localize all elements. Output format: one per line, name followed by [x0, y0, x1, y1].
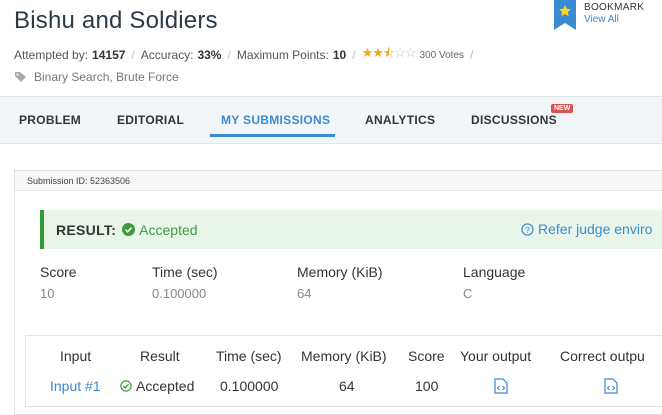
- star-icon[interactable]: ★: [372, 45, 384, 60]
- score-label: Score: [40, 264, 77, 280]
- score-stat: Score 10: [40, 264, 77, 301]
- time-label: Time (sec): [152, 264, 218, 280]
- submission-id: Submission ID: 52363506: [15, 171, 662, 191]
- accuracy-label: Accuracy:: [140, 48, 194, 62]
- problem-title: Bishu and Soldiers: [14, 7, 218, 34]
- col-result: Result: [140, 348, 180, 364]
- star-empty-icon[interactable]: ☆: [394, 45, 406, 60]
- max-points-label: Maximum Points:: [236, 48, 329, 62]
- help-circle-icon[interactable]: ?: [521, 222, 534, 236]
- memory-stat: Memory (KiB) 64: [297, 264, 383, 301]
- rating-stars[interactable]: ★★⯪☆☆: [362, 44, 417, 66]
- code-file-icon[interactable]: [604, 378, 618, 394]
- row-score: 100: [415, 378, 439, 394]
- col-memory: Memory (KiB): [301, 348, 387, 364]
- star-half-icon[interactable]: ⯪: [383, 45, 395, 60]
- correct-output-button[interactable]: [604, 378, 618, 394]
- meta-separator: /: [352, 48, 356, 62]
- row-result: Accepted: [120, 378, 194, 394]
- bookmark-widget[interactable]: BOOKMARK View All: [554, 0, 644, 30]
- meta-separator: /: [469, 48, 474, 62]
- judge-environment-link[interactable]: ? Refer judge enviro: [521, 221, 652, 237]
- language-stat: Language C: [463, 264, 525, 301]
- bookmark-ribbon-icon[interactable]: [554, 0, 576, 30]
- attempted-value: 14157: [92, 48, 126, 62]
- your-output-button[interactable]: [494, 378, 508, 394]
- meta-separator: /: [227, 48, 231, 62]
- col-your-output: Your output: [460, 348, 532, 364]
- memory-value: 64: [297, 286, 312, 301]
- new-badge: NEW: [551, 104, 574, 113]
- memory-label: Memory (KiB): [297, 264, 383, 280]
- tab-editorial[interactable]: EDITORIAL: [117, 113, 184, 127]
- row-result-text: Accepted: [136, 378, 195, 394]
- problem-tags: Binary Search, Brute Force: [14, 70, 179, 84]
- accuracy-value: 33%: [197, 48, 222, 62]
- input-link[interactable]: Input #1: [50, 378, 101, 394]
- view-all-link[interactable]: View All: [584, 14, 644, 26]
- row-time: 0.100000: [220, 378, 279, 394]
- max-points-value: 10: [332, 48, 347, 62]
- problem-meta: Attempted by: 14157 / Accuracy: 33% / Ma…: [14, 44, 479, 66]
- result-label: RESULT:: [56, 221, 117, 238]
- language-value: C: [463, 286, 473, 301]
- attempted-label: Attempted by:: [14, 48, 89, 62]
- check-circle-icon: [122, 223, 136, 236]
- table-row: Input #1 Accepted 0.100000 64 100: [26, 370, 662, 402]
- tab-problem[interactable]: PROBLEM: [19, 113, 81, 127]
- tab-analytics[interactable]: ANALYTICS: [365, 113, 435, 127]
- problem-tabs: PROBLEM EDITORIAL MY SUBMISSIONS ANALYTI…: [0, 96, 662, 144]
- col-score: Score: [408, 348, 445, 364]
- col-time: Time (sec): [216, 348, 282, 364]
- testcase-table: Input Result Time (sec) Memory (KiB) Sco…: [25, 335, 662, 407]
- svg-text:?: ?: [525, 224, 530, 234]
- tab-my-submissions[interactable]: MY SUBMISSIONS: [221, 113, 330, 127]
- votes-count: 300 Votes: [419, 49, 464, 61]
- time-value: 0.100000: [152, 286, 207, 301]
- time-stat: Time (sec) 0.100000: [152, 264, 218, 301]
- row-memory: 64: [339, 378, 355, 394]
- language-label: Language: [463, 264, 526, 280]
- col-input: Input: [60, 348, 92, 364]
- tags-text[interactable]: Binary Search, Brute Force: [34, 70, 179, 84]
- col-correct-output: Correct outpu: [560, 348, 645, 364]
- active-tab-indicator: [210, 134, 335, 137]
- judge-link-text[interactable]: Refer judge enviro: [538, 221, 652, 237]
- tab-discussions[interactable]: DISCUSSIONS: [471, 113, 557, 127]
- result-status: Accepted: [139, 221, 198, 238]
- tag-icon: [15, 72, 26, 82]
- result-banner: RESULT: Accepted ? Refer judge enviro: [40, 210, 662, 249]
- meta-separator: /: [131, 48, 135, 62]
- score-value: 10: [40, 286, 55, 301]
- star-icon[interactable]: ★: [362, 45, 374, 60]
- code-file-icon[interactable]: [494, 378, 508, 394]
- check-circle-icon: [120, 380, 132, 392]
- bookmark-label[interactable]: BOOKMARK: [584, 2, 644, 14]
- star-empty-icon[interactable]: ☆: [405, 45, 417, 60]
